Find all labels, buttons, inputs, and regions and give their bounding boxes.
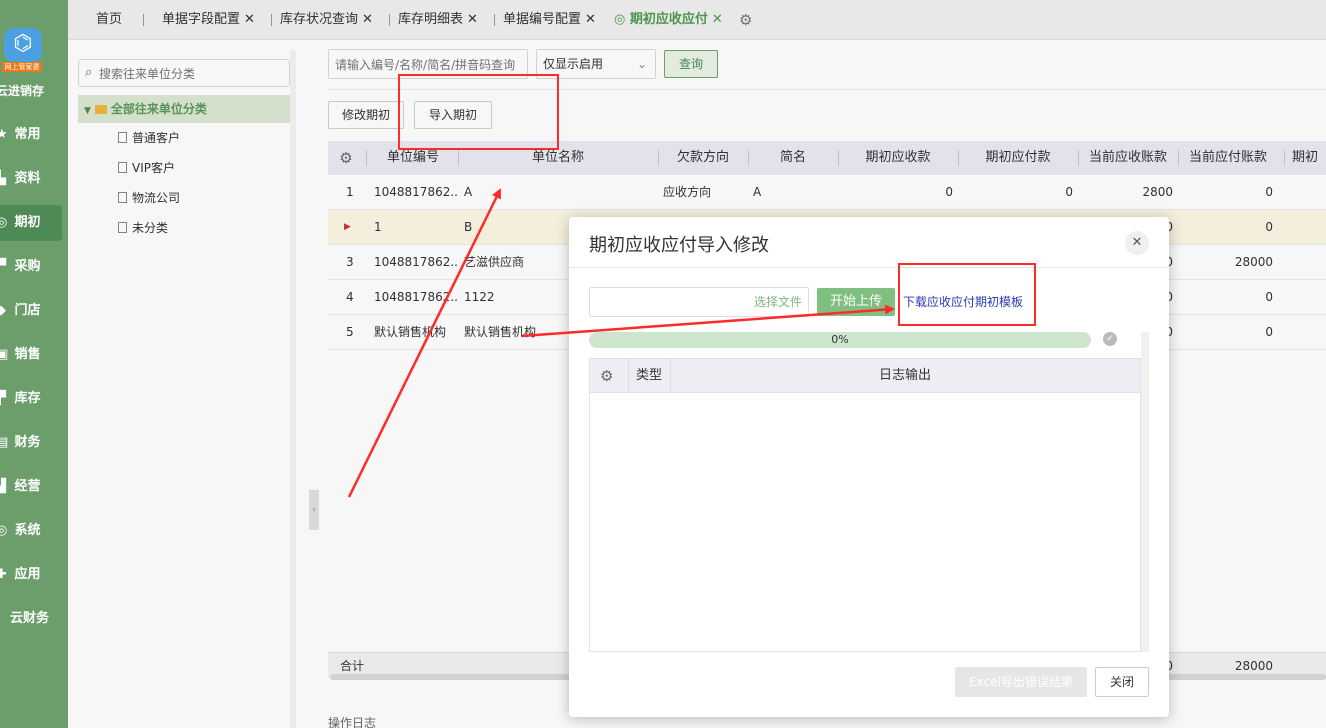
file-path-field[interactable]: 选择文件 [589,287,809,317]
nav-item-sales[interactable]: ▣ 销售 [0,337,62,373]
progress-text: 0% [831,333,849,346]
business-icon: ▟ [0,479,6,494]
nav-item-label: 系统 [14,523,41,538]
col-type[interactable]: 类型 [636,359,662,393]
nav-item-label: 采购 [14,259,41,274]
nav-item-business[interactable]: ▟ 经营 [0,469,62,505]
annotation-box-import [398,74,559,150]
import-dialog: 期初应收应付导入修改 ✕ 选择文件 开始上传 下载应收应付期初模板 0% ✓ ⚙… [569,217,1169,717]
document-icon: ▙ [0,171,6,186]
col-log-output[interactable]: 日志输出 [670,359,1140,393]
divider [569,267,1169,268]
close-button[interactable]: 关闭 [1095,667,1149,697]
nav-item-label: 库存 [14,391,41,406]
nav-item-finance[interactable]: ▤ 财务 [0,425,62,461]
nav-item-initial[interactable]: ◎ 期初 [0,205,62,241]
nav-item-label: 财务 [14,435,41,450]
log-table-header: ⚙ 类型 日志输出 [590,359,1140,393]
nav-item-label: 应用 [14,567,41,582]
close-icon[interactable]: ✕ [1125,231,1149,255]
inventory-icon: ▛ [0,391,6,406]
nav-item-store[interactable]: ◆ 门店 [0,293,62,329]
nav-item-label: 资料 [14,171,41,186]
nav-item-cloud-finance[interactable]: 云财务 [0,601,62,637]
check-circle-icon: ✓ [1103,332,1117,346]
initial-icon: ◎ [0,215,8,230]
log-table: ⚙ 类型 日志输出 [589,358,1141,652]
nav-item-system[interactable]: ◎ 系统 [0,513,62,549]
side-nav: ⌬ 网上管家婆 云进销存 ★ 常用 ▙ 资料 ◎ 期初 ▀ 采购 ◆ 门店 ▣ … [0,0,68,728]
store-icon: ◆ [0,303,6,318]
nav-item-label: 门店 [14,303,41,318]
cart-icon: ▀ [0,259,6,274]
dialog-title: 期初应收应付导入修改 [589,235,769,256]
nav-item-label: 云财务 [10,611,50,626]
nav-item-common[interactable]: ★ 常用 [0,117,62,153]
nav-item-apps[interactable]: ✚ 应用 [0,557,62,593]
cloud-logo-icon: ⌬ [4,28,42,62]
vertical-scrollbar[interactable] [1141,332,1149,652]
star-icon: ★ [0,127,8,142]
nav-item-label: 经营 [14,479,41,494]
nav-item-purchase[interactable]: ▀ 采购 [0,249,62,285]
upload-progress-bar: 0% [589,332,1091,348]
apps-icon: ✚ [0,567,7,582]
nav-item-label: 销售 [14,347,41,362]
app-logo: ⌬ 网上管家婆 [2,28,42,72]
nav-item-inventory[interactable]: ▛ 库存 [0,381,62,417]
app-name: 云进销存 [0,84,45,98]
annotation-box-template [898,263,1036,326]
start-upload-button[interactable]: 开始上传 [817,288,895,316]
nav-item-label: 常用 [14,127,41,142]
nav-item-data[interactable]: ▙ 资料 [0,161,62,197]
column-settings-icon[interactable]: ⚙ [600,359,620,393]
export-errors-button[interactable]: Excel导出错误结果 [955,667,1087,697]
finance-icon: ▤ [0,435,9,450]
system-icon: ◎ [0,523,8,538]
logo-tag: 网上管家婆 [2,62,42,72]
nav-item-label: 期初 [14,215,41,230]
sales-icon: ▣ [0,347,9,362]
choose-file-button[interactable]: 选择文件 [754,288,802,316]
